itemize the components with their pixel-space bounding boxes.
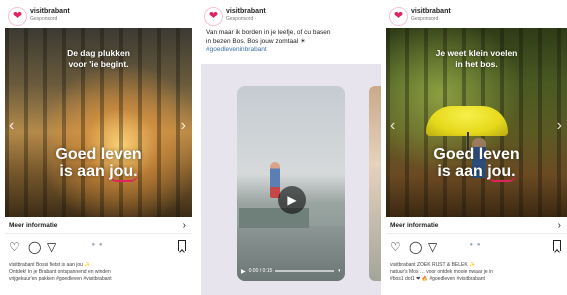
post-caption: visitbrabant ZOEK RUST & BELEK ✨ natuur'… (390, 262, 493, 282)
brand-heart-icon: ❤ (393, 10, 404, 22)
slogan: Goed leven is aan jou. (386, 146, 567, 182)
account-name[interactable]: visitbrabant (30, 8, 70, 15)
avatar[interactable]: ❤ (204, 7, 223, 26)
brand-heart-icon: ❤ (12, 10, 23, 22)
heart-icon[interactable]: ♡ (9, 240, 20, 254)
comment-icon[interactable]: ◯ (28, 240, 41, 254)
carousel-prev-icon[interactable]: ‹ (9, 118, 14, 134)
slogan-line-2: is aan jou. (386, 163, 567, 182)
post-header: ❤ visitbrabant Gesponsord (386, 0, 567, 28)
slogan-line-2-pre: is aan (59, 163, 110, 180)
overlay-top-text: De dag plukken voor 'ie begint. (67, 48, 130, 69)
more-info-label: Meer informatie (390, 222, 439, 229)
more-info-button[interactable]: Meer informatie › (5, 218, 192, 234)
action-bar: ♡ ◯ ▽ ● ● (390, 240, 561, 256)
heart-icon[interactable]: ♡ (390, 240, 401, 254)
slogan-line-2: is aan jou. (5, 163, 192, 182)
overlay-top-text: Je weet klein voelen in het bos. (435, 48, 518, 69)
slogan-emphasis: jou. (487, 163, 516, 182)
sponsored-label: Gesponsord (30, 16, 58, 22)
chevron-right-icon: › (182, 220, 186, 231)
next-video-card[interactable] (369, 86, 381, 281)
sponsored-label: Gesponsord · (226, 16, 257, 22)
slogan-line-2-pre: is aan (437, 163, 488, 180)
action-bar: ♡ ◯ ▽ ● ● (9, 240, 186, 256)
sponsored-label: Gesponsord (411, 16, 439, 22)
carousel-next-icon[interactable]: › (181, 118, 186, 134)
post-body: Van maar ik borden in je leefje, of cu b… (206, 29, 331, 45)
play-icon[interactable]: ▶ (278, 186, 306, 214)
avatar[interactable]: ❤ (8, 7, 27, 26)
carousel-dots: ● ● (469, 242, 482, 248)
avatar[interactable]: ❤ (389, 7, 408, 26)
slogan-line-1: Goed leven (55, 146, 142, 163)
comment-icon[interactable]: ◯ (409, 240, 422, 254)
video-progress[interactable] (275, 270, 335, 272)
post-image[interactable]: De dag plukken voor 'ie begint. ‹ › Goed… (5, 28, 192, 217)
post-header: ❤ visitbrabant Gesponsord (5, 0, 192, 28)
post-image[interactable]: Je weet klein voelen in het bos. ‹ › Goe… (386, 28, 567, 217)
carousel-dots: ● ● (91, 242, 104, 248)
account-name[interactable]: visitbrabant (226, 8, 266, 15)
brand-heart-icon: ❤ (208, 10, 219, 22)
account-name[interactable]: visitbrabant (411, 8, 451, 15)
play-small-icon[interactable]: ▶ (241, 268, 246, 275)
hashtag-link[interactable]: #goedleveninbrabant (206, 46, 376, 55)
more-info-button[interactable]: Meer informatie › (386, 218, 567, 234)
carousel-next-icon[interactable]: › (557, 118, 562, 134)
mute-icon[interactable]: ◖ (337, 268, 341, 274)
slogan-emphasis: jou. (109, 163, 138, 182)
bookmark-icon[interactable] (178, 240, 186, 251)
post-caption: visitbrabant Bossi fietst is aan jou ✨ O… (9, 262, 112, 282)
more-info-label: Meer informatie (9, 222, 58, 229)
slogan-line-1: Goed leven (433, 146, 520, 163)
slogan: Goed leven is aan jou. (5, 146, 192, 182)
video-card[interactable]: ▶ ▶ 0:00 / 0:15 ◖ (237, 86, 345, 281)
bookmark-icon[interactable] (553, 240, 561, 251)
video-controls: ▶ 0:00 / 0:15 ◖ (241, 267, 341, 275)
share-icon[interactable]: ▽ (47, 240, 56, 254)
post-header: ❤ visitbrabant Gesponsord · (201, 0, 381, 28)
post-card-2: ❤ visitbrabant Gesponsord · Van maar ik … (201, 0, 381, 295)
chevron-right-icon: › (557, 220, 561, 231)
post-text: Van maar ik borden in je leefje, of cu b… (206, 29, 376, 55)
carousel-prev-icon[interactable]: ‹ (390, 118, 395, 134)
video-carousel: ▶ ▶ 0:00 / 0:15 ◖ (201, 64, 381, 295)
share-icon[interactable]: ▽ (428, 240, 437, 254)
person-figure (270, 162, 280, 198)
post-card-3: ❤ visitbrabant Gesponsord Je weet klein … (386, 0, 567, 295)
post-card-1: ❤ visitbrabant Gesponsord De dag plukken… (5, 0, 192, 295)
video-time: 0:00 / 0:15 (248, 268, 273, 274)
